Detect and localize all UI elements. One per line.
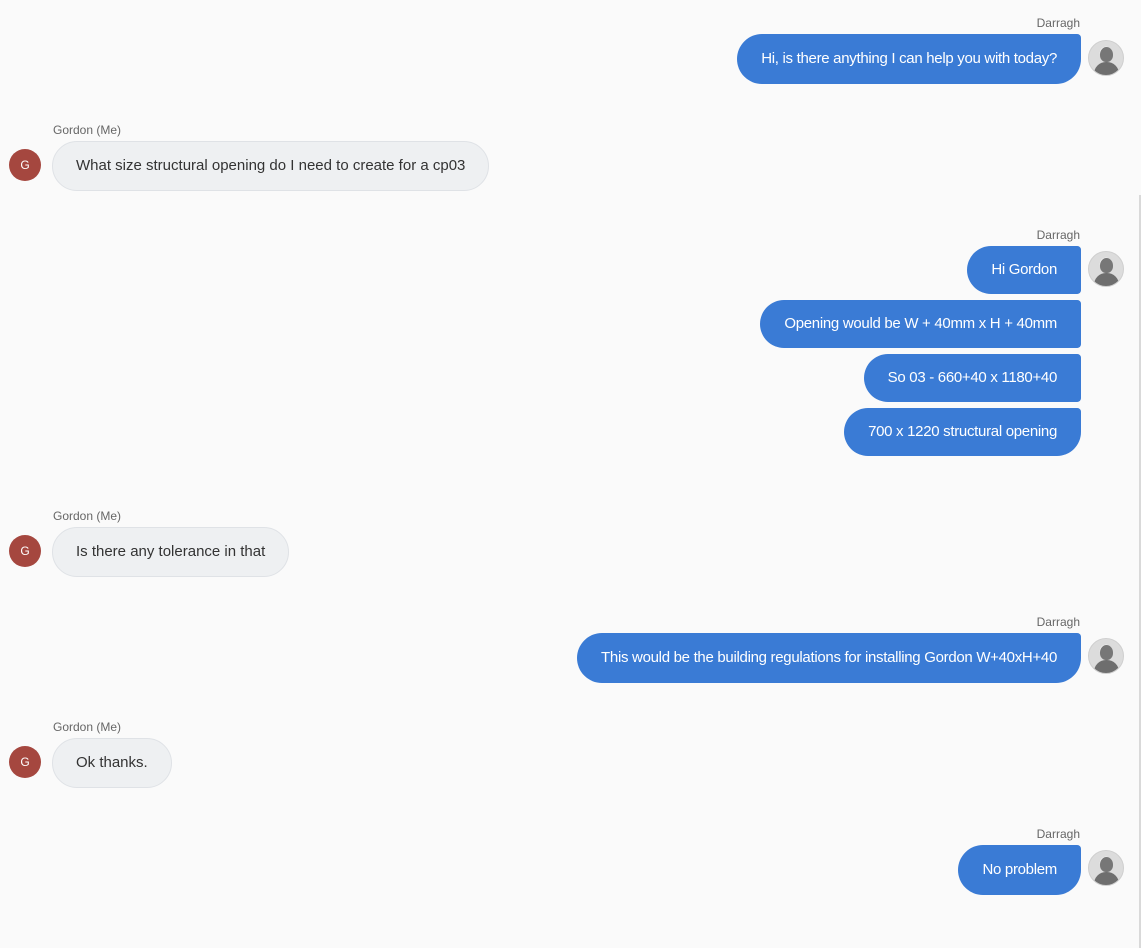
message-bubble: Hi Gordon: [967, 246, 1081, 294]
message-bubble: 700 x 1220 structural opening: [844, 408, 1081, 456]
message-bubble: So 03 - 660+40 x 1180+40: [863, 354, 1081, 402]
agent-avatar-icon: [1088, 638, 1124, 674]
sender-name: Gordon (Me): [53, 720, 122, 734]
message-group-agent: Darragh No problem: [958, 827, 1081, 895]
message-bubble: Opening would be W + 40mm x H + 40mm: [760, 300, 1081, 348]
message-bubble: Is there any tolerance in that: [52, 527, 290, 577]
sender-name: Darragh: [1036, 16, 1080, 30]
message-group-agent: Darragh Hi, is there anything I can help…: [737, 16, 1081, 84]
message-group-agent: Darragh Hi Gordon Opening would be W + 4…: [760, 228, 1081, 456]
message-group-agent: Darragh This would be the building regul…: [577, 615, 1081, 683]
message-bubble: What size structural opening do I need t…: [52, 141, 490, 191]
message-bubble: Ok thanks.: [52, 738, 172, 788]
sender-name: Gordon (Me): [53, 509, 122, 523]
message-group-me: Gordon (Me) Is there any tolerance in th…: [52, 509, 290, 577]
agent-avatar-icon: [1088, 251, 1124, 287]
me-avatar: G: [9, 149, 41, 181]
sender-name: Darragh: [1036, 615, 1080, 629]
message-bubble: This would be the building regulations f…: [577, 633, 1081, 683]
sender-name: Darragh: [1036, 827, 1080, 841]
agent-avatar-icon: [1088, 40, 1124, 76]
me-avatar: G: [9, 746, 41, 778]
message-group-me: Gordon (Me) What size structural opening…: [52, 123, 490, 191]
message-group-me: Gordon (Me) Ok thanks.: [52, 720, 172, 788]
chat-transcript: Darragh Hi, is there anything I can help…: [0, 0, 1141, 948]
message-bubble: Hi, is there anything I can help you wit…: [737, 34, 1081, 84]
sender-name: Darragh: [1036, 228, 1080, 242]
sender-name: Gordon (Me): [53, 123, 122, 137]
agent-avatar-icon: [1088, 850, 1124, 886]
message-bubble: No problem: [958, 845, 1081, 895]
me-avatar: G: [9, 535, 41, 567]
